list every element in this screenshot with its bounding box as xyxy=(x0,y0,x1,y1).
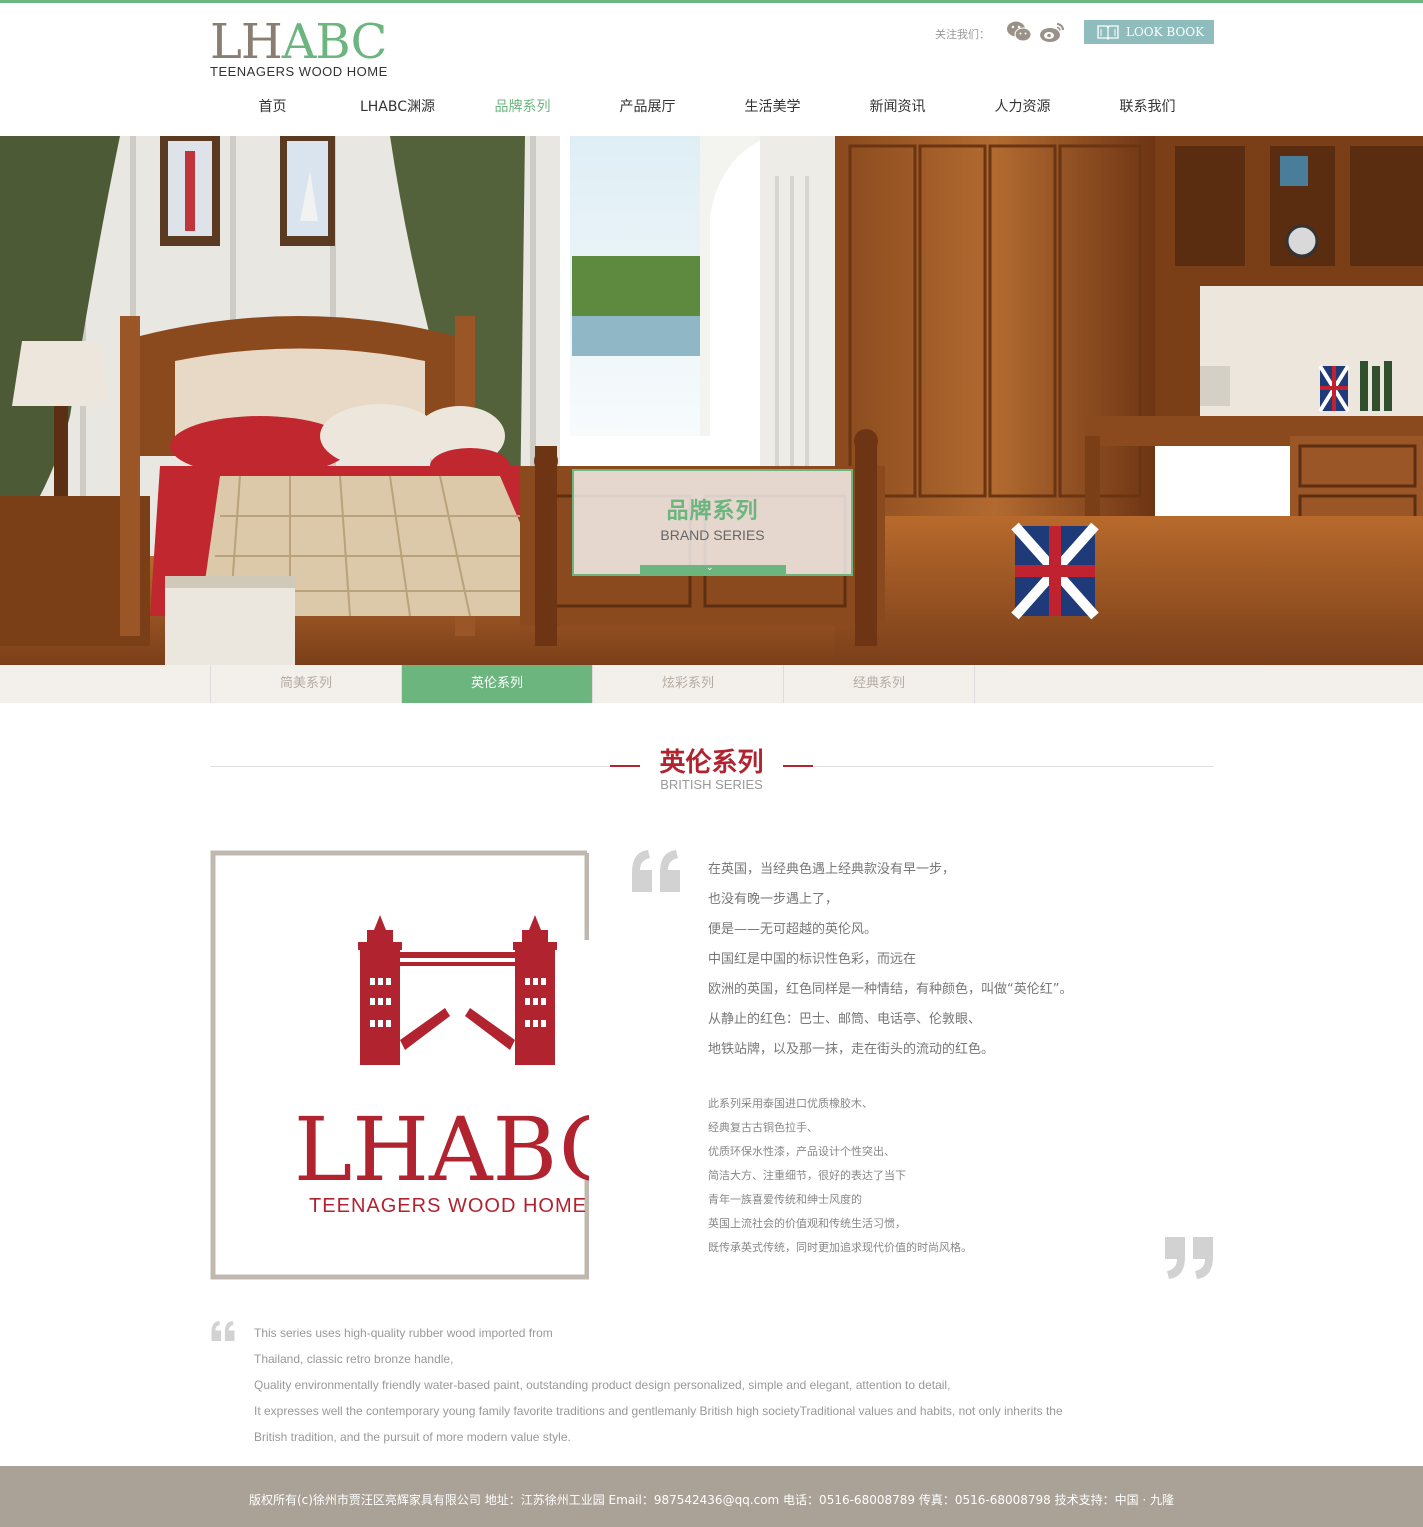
logo-wordmark: LHABC xyxy=(210,18,387,66)
cn-detail-line: 简洁大方、注重细节，很好的表达了当下 xyxy=(708,1169,906,1182)
footer-copyright: 版权所有(c)徐州市贾汪区亮辉家具有限公司 地址：江苏徐州工业园 Email：9… xyxy=(248,1493,1175,1507)
cn-intro-line: 在英国，当经典色遇上经典款没有早一步， xyxy=(708,862,956,877)
en-description-text: This series uses high-quality rubber woo… xyxy=(254,1320,1154,1450)
lookbook-label: LOOK BOOK xyxy=(1126,25,1205,39)
follow-us-label: 关注我们： xyxy=(935,28,990,41)
weibo-icon[interactable] xyxy=(1039,20,1065,44)
hero-title-cn: 品牌系列 xyxy=(666,499,759,524)
cn-intro-text: 在英国，当经典色遇上经典款没有早一步， 也没有晚一步遇上了， 便是——无可超越的… xyxy=(708,855,1178,1065)
cn-intro-line: 便是——无可超越的英伦风。 xyxy=(708,922,878,937)
site-footer: 版权所有(c)徐州市贾汪区亮辉家具有限公司 地址：江苏徐州工业园 Email：9… xyxy=(0,1466,1423,1527)
cn-detail-line: 既传承英式传统，同时更加追求现代价值的时尚风格。 xyxy=(708,1241,972,1254)
section-title: 英伦系列 xyxy=(659,748,764,778)
hero-banner: 品牌系列 BRAND SERIES ⌄ xyxy=(0,136,1423,665)
cn-intro-line: 从静止的红色：巴士、邮筒、电话亭、伦敦眼、 xyxy=(708,1012,982,1027)
nav-item-brand-series[interactable]: 品牌系列 xyxy=(460,90,585,124)
site-logo[interactable]: LHABC TEENAGERS WOOD HOME xyxy=(210,18,410,80)
hero-title-en: BRAND SERIES xyxy=(660,527,765,543)
chevron-down-icon: ⌄ xyxy=(706,563,714,573)
brand-logo-sub: TEENAGERS WOOD HOME xyxy=(309,1195,587,1217)
cn-intro-line: 中国红是中国的标识性色彩，而远在 xyxy=(708,952,917,967)
nav-item-contact[interactable]: 联系我们 xyxy=(1085,90,1210,124)
logo-abc: ABC xyxy=(281,14,388,70)
tab-british[interactable]: 英伦系列 xyxy=(402,665,593,703)
en-desc-line: It expresses well the contemporary young… xyxy=(254,1404,1063,1418)
nav-item-hr[interactable]: 人力资源 xyxy=(960,90,1085,124)
tab-classic[interactable]: 经典系列 xyxy=(784,665,975,703)
cn-intro-line: 欧洲的英国，红色同样是一种情结，有种颜色，叫做“英伦红”。 xyxy=(708,982,1073,997)
title-dash-right xyxy=(783,765,813,767)
cn-detail-line: 经典复古古铜色拉手、 xyxy=(708,1121,818,1134)
en-desc-line: British tradition, and the pursuit of mo… xyxy=(254,1430,571,1444)
hero-scroll-bar[interactable]: ⌄ xyxy=(640,563,786,574)
title-dash-left xyxy=(610,765,640,767)
nav-item-origin[interactable]: LHABC渊源 xyxy=(335,90,460,124)
nav-item-home[interactable]: 首页 xyxy=(210,90,335,124)
nav-item-lifestyle[interactable]: 生活美学 xyxy=(710,90,835,124)
main-nav: 首页 LHABC渊源 品牌系列 产品展厅 生活美学 新闻资讯 人力资源 联系我们 xyxy=(210,90,1214,124)
nav-item-showroom[interactable]: 产品展厅 xyxy=(585,90,710,124)
en-desc-line: Quality environmentally friendly water-b… xyxy=(254,1378,951,1392)
logo-tagline: TEENAGERS WOOD HOME xyxy=(210,64,388,79)
cn-detail-line: 青年一族喜爱传统和绅士风度的 xyxy=(708,1193,862,1206)
bedroom-photo xyxy=(0,136,1423,665)
wechat-icon[interactable] xyxy=(1006,20,1032,44)
top-accent-line xyxy=(0,0,1423,3)
logo-lh: LH xyxy=(210,14,283,70)
quote-small-icon xyxy=(210,1320,236,1342)
tab-simple-american[interactable]: 简美系列 xyxy=(211,665,402,703)
tower-bridge-logo: LHABC TEENAGERS WOOD HOME xyxy=(210,850,589,1280)
series-tabs: 简美系列 英伦系列 炫彩系列 经典系列 xyxy=(210,665,975,703)
cn-intro-line: 也没有晚一步遇上了， xyxy=(708,892,839,907)
section-subtitle: BRITISH SERIES xyxy=(660,777,763,792)
lookbook-button[interactable]: LOOK BOOK xyxy=(1084,20,1214,44)
brand-logo-main: LHABC xyxy=(294,1098,589,1201)
en-desc-line: This series uses high-quality rubber woo… xyxy=(254,1326,553,1340)
cn-intro-line: 地铁站牌，以及那一抹，走在街头的流动的红色。 xyxy=(708,1042,995,1057)
nav-item-news[interactable]: 新闻资讯 xyxy=(835,90,960,124)
book-icon xyxy=(1097,24,1119,40)
tab-colorful[interactable]: 炫彩系列 xyxy=(593,665,784,703)
cn-detail-line: 此系列采用泰国进口优质橡胶木、 xyxy=(708,1097,873,1110)
en-desc-line: Thailand, classic retro bronze handle, xyxy=(254,1352,454,1366)
quote-open-icon xyxy=(630,848,682,894)
hero-title-box: 品牌系列 BRAND SERIES ⌄ xyxy=(572,469,853,576)
cn-detail-text: 此系列采用泰国进口优质橡胶木、 经典复古古铜色拉手、 优质环保水性漆，产品设计个… xyxy=(708,1092,1178,1260)
british-series-logo-frame: LHABC TEENAGERS WOOD HOME xyxy=(210,850,589,1280)
cn-detail-line: 英国上流社会的价值观和传统生活习惯， xyxy=(708,1217,906,1230)
cn-detail-line: 优质环保水性漆，产品设计个性突出、 xyxy=(708,1145,895,1158)
